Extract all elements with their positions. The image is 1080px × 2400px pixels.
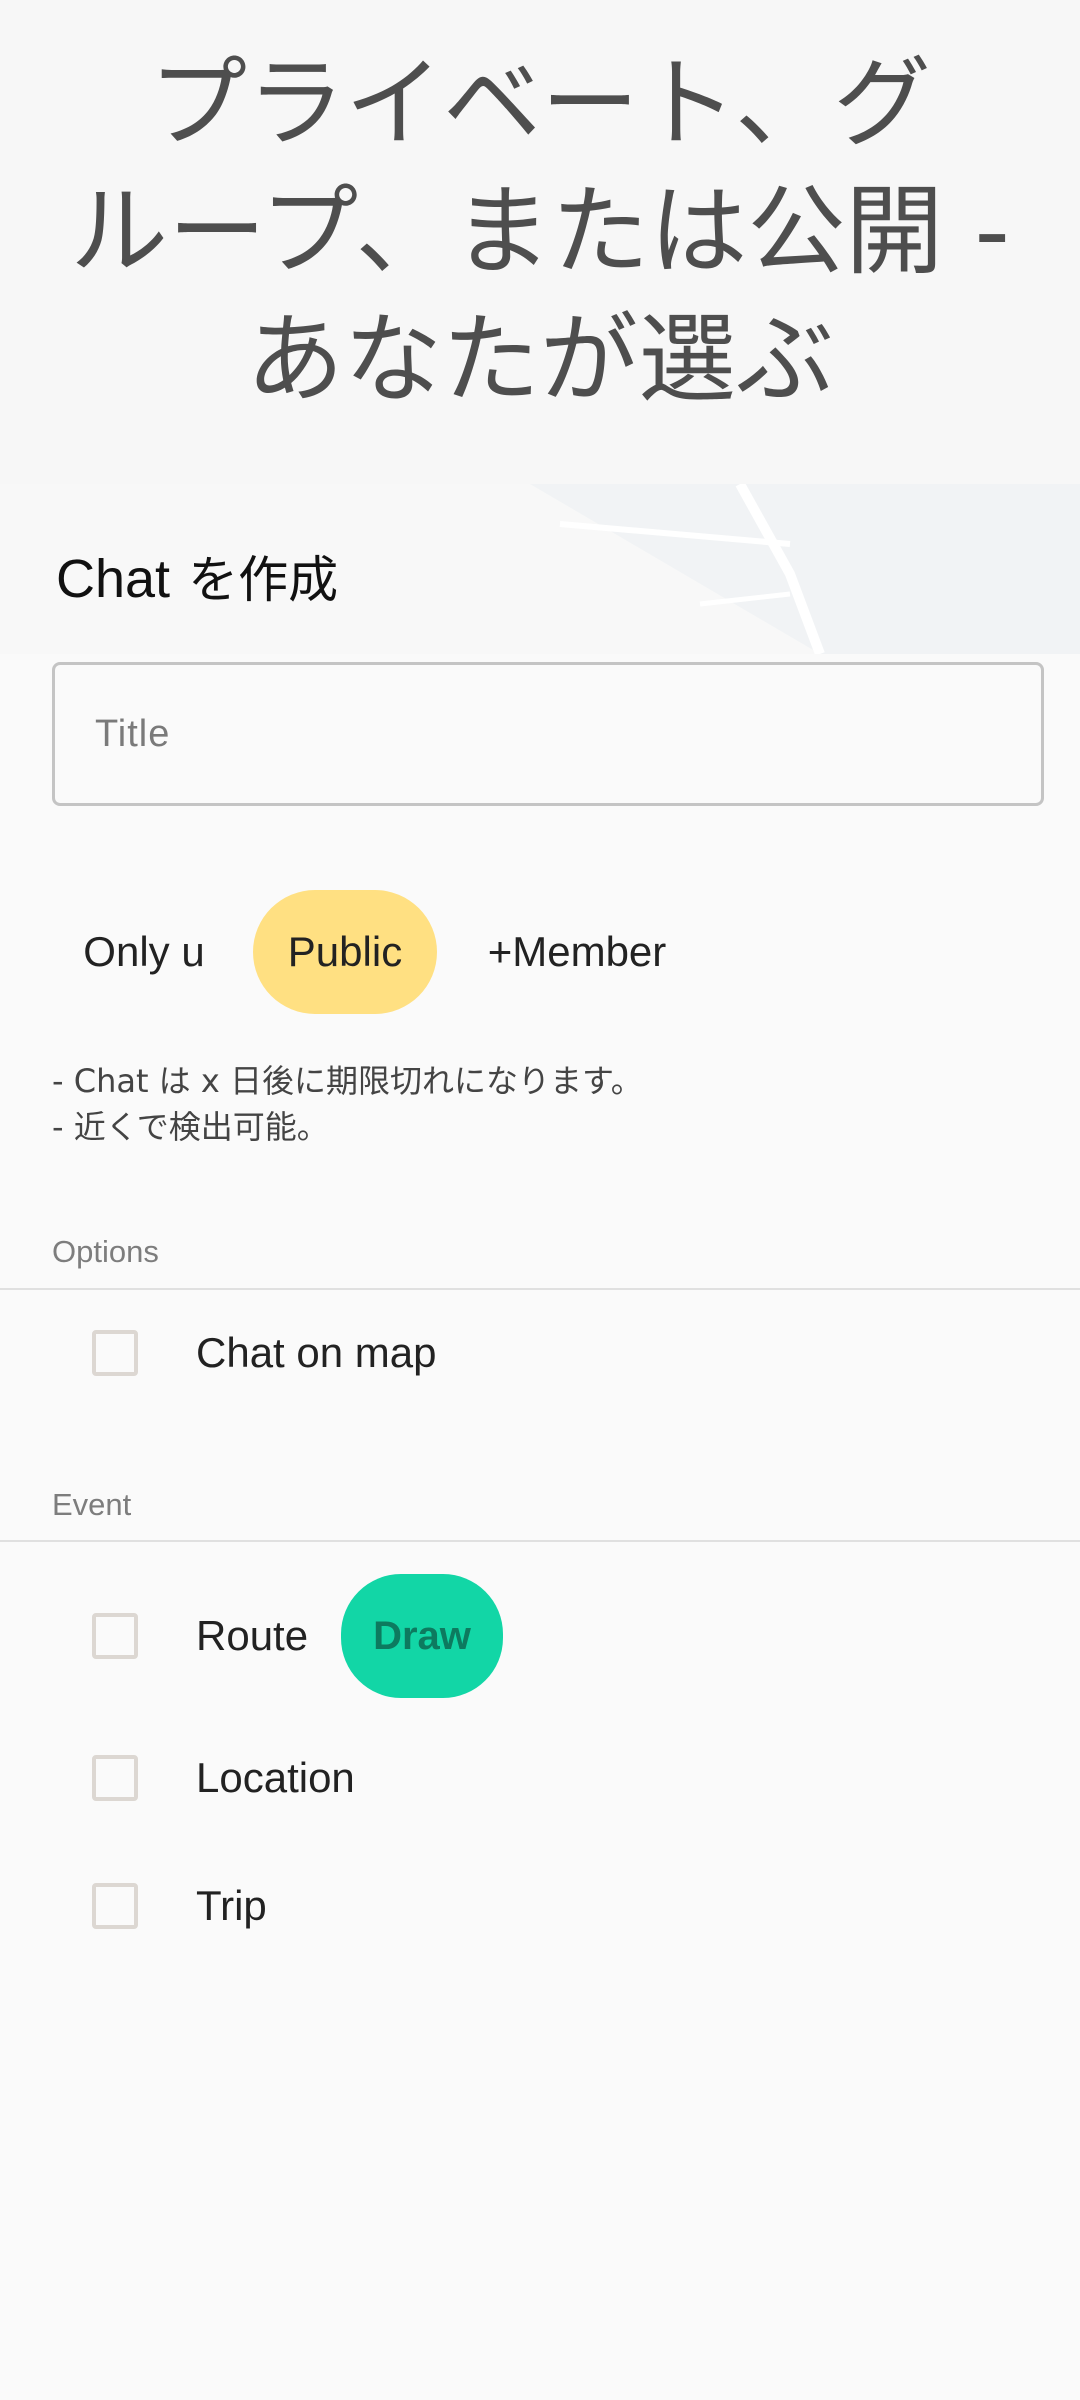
event-row-location[interactable]: Location xyxy=(0,1728,1080,1828)
option-row-chat-on-map[interactable]: Chat on map xyxy=(0,1303,1080,1403)
info-line-nearby: - 近くで検出可能。 xyxy=(52,1108,329,1146)
event-row-route[interactable]: Route Draw xyxy=(0,1574,1080,1698)
event-divider xyxy=(0,1540,1080,1542)
draw-button-label: Draw xyxy=(373,1613,471,1658)
visibility-chip-label: Public xyxy=(287,928,403,975)
visibility-info: - Chat は x 日後に期限切れになります。 - 近くで検出可能。 xyxy=(52,1058,643,1150)
draw-route-button[interactable]: Draw xyxy=(341,1574,503,1698)
info-line-expiry: - Chat は x 日後に期限切れになります。 xyxy=(52,1062,643,1100)
event-label-location: Location xyxy=(196,1754,355,1801)
create-heading-chat: Chat xyxy=(56,549,171,609)
title-input[interactable] xyxy=(52,662,1044,806)
visibility-chip-member[interactable]: +Member xyxy=(460,890,694,1014)
event-section-label: Event xyxy=(52,1487,132,1522)
options-section-label: Options xyxy=(52,1234,159,1269)
visibility-chip-label: +Member xyxy=(487,928,667,975)
checkbox-unchecked-icon[interactable] xyxy=(92,1883,138,1929)
options-divider xyxy=(0,1288,1080,1290)
create-chat-heading: Chat を作成 xyxy=(56,540,338,612)
checkbox-unchecked-icon[interactable] xyxy=(92,1613,138,1659)
visibility-chip-public[interactable]: Public xyxy=(253,890,437,1014)
checkbox-unchecked-icon[interactable] xyxy=(92,1330,138,1376)
hero-title-line-1: プライベート、グ xyxy=(148,47,932,161)
visibility-chip-label: Only u xyxy=(83,928,205,975)
hero-header: プライベート、グ ループ、または公開 - あなたが選ぶ xyxy=(0,0,1080,484)
checkbox-unchecked-icon[interactable] xyxy=(92,1755,138,1801)
hero-title: プライベート、グ ループ、または公開 - あなたが選ぶ xyxy=(40,40,1040,424)
event-row-trip[interactable]: Trip xyxy=(0,1856,1080,1956)
event-label-trip: Trip xyxy=(196,1882,267,1929)
option-label-chat-on-map: Chat on map xyxy=(196,1329,437,1376)
hero-title-line-3: あなたが選ぶ xyxy=(245,303,834,417)
visibility-chip-only-u[interactable]: Only u xyxy=(56,890,232,1014)
hero-title-line-2: ループ、または公開 - xyxy=(70,175,1010,289)
create-heading-suffix: を作成 xyxy=(188,551,339,609)
event-label-route: Route xyxy=(196,1612,309,1659)
